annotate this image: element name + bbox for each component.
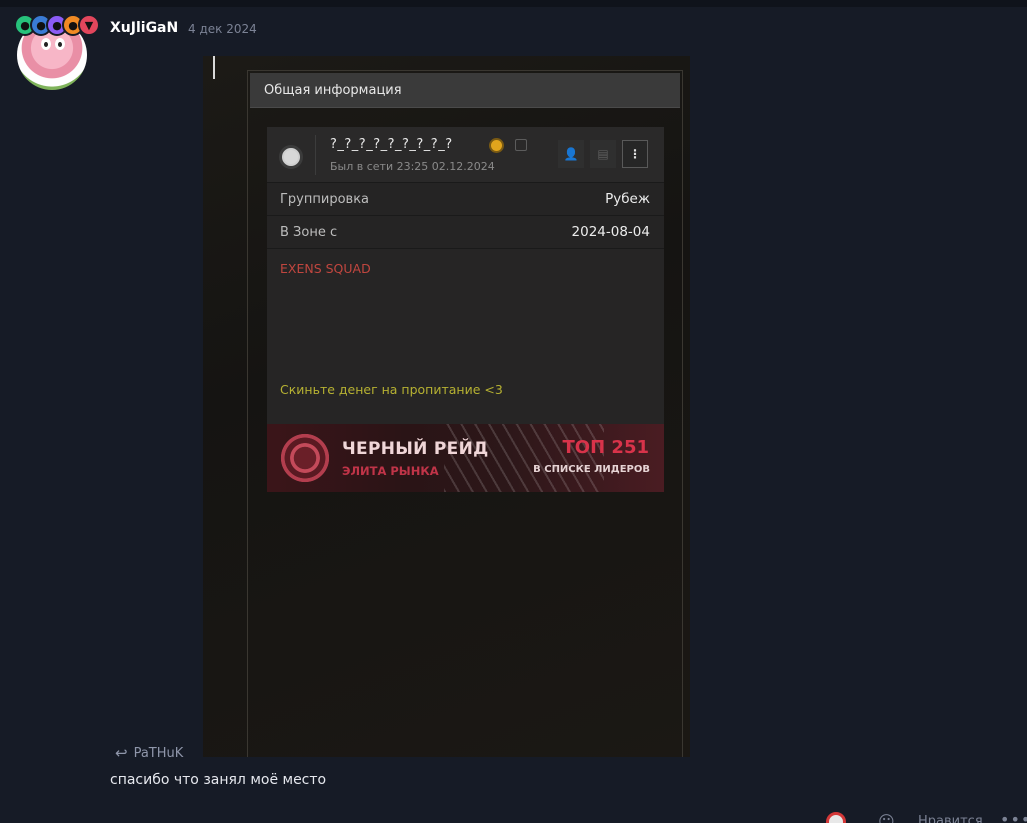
more-options-icon: ⋮ [622,140,648,168]
attached-screenshot[interactable]: Общая информация ?_?_?_?_?_?_?_?_? Был в… [203,56,690,757]
player-card: ?_?_?_?_?_?_?_?_? Был в сети 23:25 02.12… [267,127,664,492]
raid-emblem-icon [279,432,331,484]
reply-arrow-icon: ↩ [115,744,128,762]
panel-title: Общая информация [250,73,680,108]
add-reaction-icon[interactable]: ☺ [878,812,895,823]
post-date[interactable]: 4 дек 2024 [188,22,257,36]
author-username[interactable]: XuJliGaN [110,20,178,36]
reply-text: спасибо что занял моё место [110,772,327,788]
add-friend-icon: 👤 [558,140,584,168]
badge-list: ● ● ● ● ▼ [14,14,100,36]
info-label: В Зоне с [280,225,338,240]
frame-top [247,70,683,71]
frame-left [247,70,248,757]
premium-icon [489,138,504,153]
info-label: Группировка [280,192,370,207]
copy-icon [515,139,527,151]
info-row-faction: Группировка Рубеж [267,183,664,216]
like-button[interactable]: Нравится [918,814,983,823]
post-actions: ☺ Нравится ••• [0,812,1027,823]
frame-edge [213,56,215,79]
top-divider [0,0,1027,7]
info-value: Рубеж [605,191,650,207]
reply-reference-user[interactable]: PaTHuK [134,746,184,761]
raid-title: ЧЕРНЫЙ РЕЙД [342,439,489,459]
info-value: 2024-08-04 [571,224,650,240]
more-dots-icon[interactable]: ••• [1000,812,1027,823]
chat-icon: ▤ [590,140,616,168]
raid-subtitle: ЭЛИТА РЫНКА [342,464,439,478]
raid-rank: ТОП 251 [562,437,649,458]
squad-name: EXENS SQUAD [280,261,371,276]
last-seen: Был в сети 23:25 02.12.2024 [330,160,495,173]
author-avatar[interactable]: ● ● ● ● ▼ [14,14,100,90]
player-bio: EXENS SQUAD Скиньте денег на пропитание … [267,249,664,424]
player-header: ?_?_?_?_?_?_?_?_? Был в сети 23:25 02.12… [267,127,664,183]
avatar-eye-icon [41,38,51,50]
reply-reference[interactable]: ↩ PaTHuK [115,744,183,762]
trophy-icon[interactable]: ▼ [78,14,100,36]
rank-icon [279,145,303,169]
divider [315,135,316,175]
info-row-zone-date: В Зоне с 2024-08-04 [267,216,664,249]
player-nickname: ?_?_?_?_?_?_?_?_? [330,137,453,152]
raid-achievement: ЧЕРНЫЙ РЕЙД ЭЛИТА РЫНКА ТОП 251 В СПИСКЕ… [267,424,664,492]
reaction-emoji-icon[interactable] [826,812,846,823]
avatar-eye-icon [55,38,65,50]
raid-rank-label: В СПИСКЕ ЛИДЕРОВ [533,464,650,475]
frame-right [682,70,683,757]
bio-message: Скиньте денег на пропитание <3 [280,382,503,397]
